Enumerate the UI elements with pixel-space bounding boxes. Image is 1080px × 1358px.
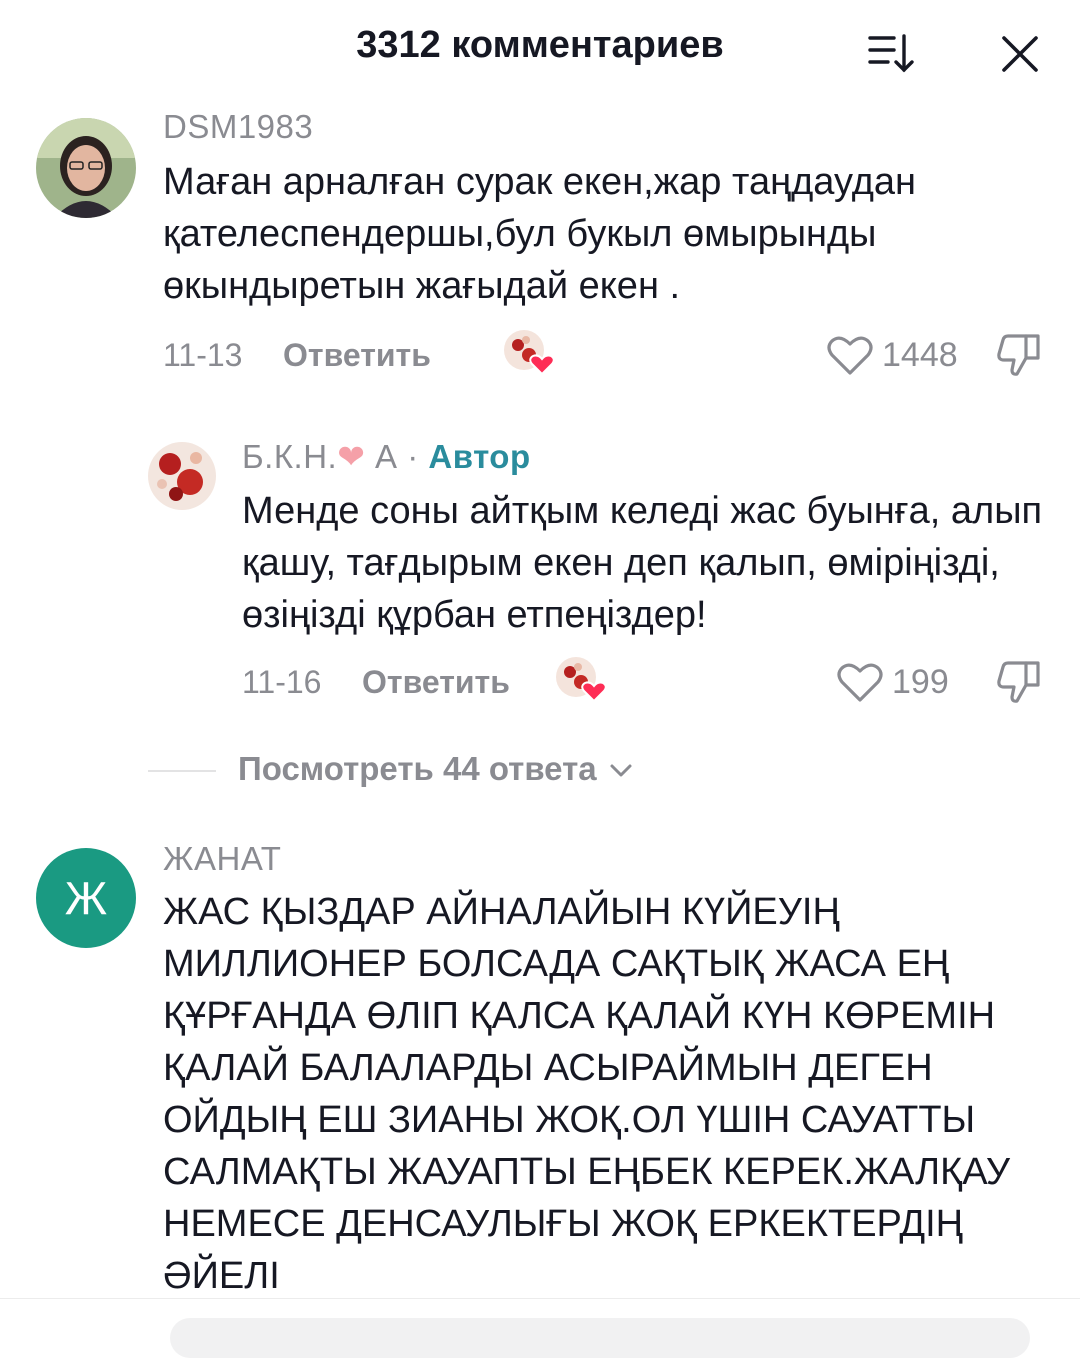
comment-username[interactable]: DSM1983 (163, 108, 313, 146)
view-replies-button[interactable]: Посмотреть 44 ответа (238, 750, 634, 788)
like-count: 199 (892, 662, 949, 701)
comment-date: 11-13 (163, 337, 243, 373)
reply-username-name: Б.К.Н. (242, 438, 338, 475)
close-icon[interactable] (998, 32, 1042, 76)
divider (148, 770, 216, 772)
liked-by-author-badge (504, 330, 555, 376)
dislike-icon[interactable] (996, 657, 1044, 705)
reply-username-suffix: А · (365, 438, 429, 475)
heart-icon (827, 336, 873, 375)
chevron-down-icon (610, 764, 632, 777)
reply-button[interactable]: Ответить (362, 664, 510, 701)
comments-header: 3312 комментариев (0, 0, 1080, 100)
like-button[interactable]: 1448 (826, 330, 958, 380)
heart-emoji-icon: ❤ (337, 438, 366, 475)
divider (0, 1298, 1080, 1299)
avatar[interactable] (36, 118, 136, 218)
avatar-letter: Ж (64, 872, 108, 924)
sort-descending-icon[interactable] (866, 30, 918, 76)
comments-count-title: 3312 комментариев (356, 24, 724, 66)
view-replies-label: Посмотреть 44 ответа (238, 750, 597, 787)
reply-username[interactable]: Б.К.Н.❤ А · Автор (242, 437, 531, 476)
avatar[interactable] (148, 442, 216, 510)
comment-username[interactable]: ЖАНАТ (163, 840, 281, 878)
liked-by-author-badge (556, 657, 607, 703)
like-count: 1448 (882, 335, 958, 374)
like-button[interactable]: 199 (836, 657, 949, 707)
heart-icon (837, 663, 883, 702)
reply-button[interactable]: Ответить (283, 337, 431, 374)
comment-input-bar[interactable] (170, 1318, 1030, 1358)
comment-text: Маған арналған сурак екен,жар таңдаудан … (163, 161, 916, 307)
avatar[interactable]: Ж (36, 848, 136, 948)
reply-date: 11-16 (242, 664, 322, 700)
comment-text: ЖАС ҚЫЗДАР АЙНАЛАЙЫН КҮЙЕУІҢ МИЛЛИОНЕР Б… (163, 891, 1011, 1292)
author-tag: Автор (428, 438, 531, 475)
dislike-icon[interactable] (996, 330, 1044, 378)
reply-text: Менде соны айтқым келеді жас буынға, алы… (242, 490, 1043, 636)
